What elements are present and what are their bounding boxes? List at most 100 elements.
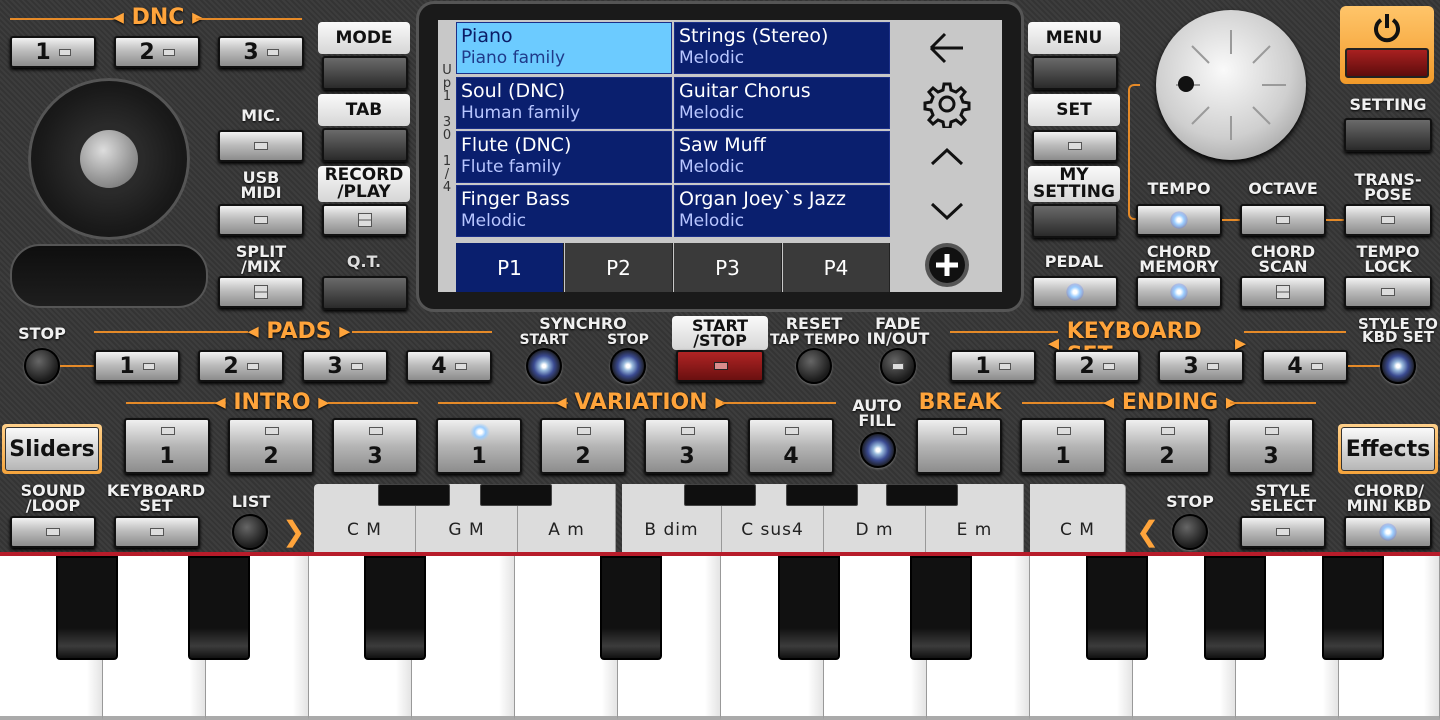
joystick-knob[interactable] bbox=[80, 130, 138, 188]
setting-button[interactable] bbox=[1344, 118, 1432, 152]
voice-cell-guitar[interactable]: Guitar Chorus Melodic bbox=[674, 77, 890, 129]
record-play-button[interactable] bbox=[322, 204, 408, 236]
chord-scroll-right-icon[interactable]: ❯ bbox=[282, 518, 305, 546]
pedal-button[interactable] bbox=[1032, 276, 1118, 308]
black-key-7[interactable] bbox=[1086, 556, 1148, 660]
qt-button[interactable] bbox=[322, 276, 408, 310]
tempo-octave-link bbox=[1222, 219, 1242, 221]
touch-strip[interactable] bbox=[10, 244, 208, 308]
chord-black-key-3[interactable] bbox=[684, 484, 756, 506]
page-tab-p2[interactable]: P2 bbox=[565, 243, 673, 292]
chord-mini-kbd-button[interactable] bbox=[1344, 516, 1432, 548]
pad-button-2[interactable]: 2 bbox=[198, 350, 284, 382]
usb-midi-button[interactable] bbox=[218, 204, 304, 236]
pads-stop-button[interactable] bbox=[24, 348, 60, 384]
variation-button-1[interactable]: 1 bbox=[436, 418, 522, 474]
black-key-3[interactable] bbox=[364, 556, 426, 660]
joystick-pad[interactable] bbox=[28, 78, 190, 240]
pad-button-1[interactable]: 1 bbox=[94, 350, 180, 382]
tab-button[interactable] bbox=[322, 128, 408, 162]
sliders-label: Sliders bbox=[5, 427, 99, 471]
style-select-button[interactable] bbox=[1240, 516, 1326, 548]
kbd-set-button-1[interactable]: 1 bbox=[950, 350, 1036, 382]
sliders-button[interactable]: Sliders bbox=[2, 424, 102, 474]
voice-cell-soul[interactable]: Soul (DNC) Human family bbox=[456, 77, 672, 129]
black-key-8[interactable] bbox=[1204, 556, 1266, 660]
ending-button-2[interactable]: 2 bbox=[1124, 418, 1210, 474]
variation-button-4[interactable]: 4 bbox=[748, 418, 834, 474]
chevron-down-icon[interactable] bbox=[898, 196, 996, 226]
plus-circle-icon[interactable] bbox=[898, 240, 996, 290]
menu-button[interactable] bbox=[1032, 56, 1118, 90]
kbd-set-button-2[interactable]: 2 bbox=[1054, 350, 1140, 382]
back-arrow-icon[interactable] bbox=[898, 28, 996, 68]
voice-cell-flute[interactable]: Flute (DNC) Flute family bbox=[456, 131, 672, 183]
dnc-button-2[interactable]: 2 bbox=[114, 36, 200, 68]
page-tab-p3[interactable]: P3 bbox=[674, 243, 782, 292]
transpose-button[interactable] bbox=[1344, 204, 1432, 236]
kbd-set-button-3[interactable]: 3 bbox=[1158, 350, 1244, 382]
voice-cell-organ[interactable]: Organ Joey`s Jazz Melodic bbox=[674, 185, 890, 237]
style-to-kbd-button[interactable] bbox=[1380, 348, 1416, 384]
synchro-stop-button[interactable] bbox=[610, 348, 646, 384]
list-button[interactable] bbox=[232, 514, 268, 550]
tempo-lock-button[interactable] bbox=[1344, 276, 1432, 308]
voice-cell-piano[interactable]: Piano Piano family bbox=[456, 22, 672, 74]
reset-tap-tempo-button[interactable] bbox=[796, 348, 832, 384]
chord-scroll-left-icon[interactable]: ❮ bbox=[1136, 518, 1159, 546]
kbd-set-button-4[interactable]: 4 bbox=[1262, 350, 1348, 382]
intro-button-3[interactable]: 3 bbox=[332, 418, 418, 474]
chord-black-key-5[interactable] bbox=[886, 484, 958, 506]
white-key-5[interactable] bbox=[412, 556, 515, 720]
start-stop-button[interactable] bbox=[676, 350, 764, 382]
voice-cell-strings[interactable]: Strings (Stereo) Melodic bbox=[674, 22, 890, 74]
mode-button[interactable] bbox=[322, 56, 408, 90]
data-dial[interactable] bbox=[1156, 10, 1306, 160]
black-key-4[interactable] bbox=[600, 556, 662, 660]
octave-label: OCTAVE bbox=[1248, 179, 1318, 198]
ending-button-1[interactable]: 1 bbox=[1020, 418, 1106, 474]
ending-button-3[interactable]: 3 bbox=[1228, 418, 1314, 474]
page-tab-p4[interactable]: P4 bbox=[783, 243, 890, 292]
fade-button[interactable] bbox=[880, 348, 916, 384]
variation-button-2[interactable]: 2 bbox=[540, 418, 626, 474]
octave-button[interactable] bbox=[1240, 204, 1326, 236]
effects-button[interactable]: Effects bbox=[1338, 424, 1438, 474]
chevron-up-icon[interactable] bbox=[898, 142, 996, 172]
black-key-9[interactable] bbox=[1322, 556, 1384, 660]
break-button[interactable] bbox=[916, 418, 1002, 474]
split-mix-button[interactable] bbox=[218, 276, 304, 308]
chord-stop-button[interactable] bbox=[1172, 514, 1208, 550]
pad-button-4[interactable]: 4 bbox=[406, 350, 492, 382]
sound-loop-button[interactable] bbox=[10, 516, 96, 548]
power-button[interactable] bbox=[1340, 6, 1434, 84]
black-key-6[interactable] bbox=[910, 556, 972, 660]
chord-memory-button[interactable] bbox=[1136, 276, 1222, 308]
auto-fill-button[interactable] bbox=[860, 432, 896, 468]
page-tab-p1[interactable]: P1 bbox=[456, 243, 564, 292]
dnc-button-1[interactable]: 1 bbox=[10, 36, 96, 68]
dnc-button-3[interactable]: 3 bbox=[218, 36, 304, 68]
set-button[interactable] bbox=[1032, 130, 1118, 162]
mic-button[interactable] bbox=[218, 130, 304, 162]
gear-icon[interactable] bbox=[898, 80, 996, 128]
black-key-5[interactable] bbox=[778, 556, 840, 660]
voice-cell-saw[interactable]: Saw Muff Melodic bbox=[674, 131, 890, 183]
black-key-2[interactable] bbox=[188, 556, 250, 660]
synchro-start-button[interactable] bbox=[526, 348, 562, 384]
voice-cell-bass[interactable]: Finger Bass Melodic bbox=[456, 185, 672, 237]
usb-midi-label: USB MIDI bbox=[240, 168, 282, 202]
chord-black-key-4[interactable] bbox=[786, 484, 858, 506]
black-key-1[interactable] bbox=[56, 556, 118, 660]
chord-black-key-1[interactable] bbox=[378, 484, 450, 506]
my-setting-button[interactable] bbox=[1032, 204, 1118, 238]
chord-scan-button[interactable] bbox=[1240, 276, 1326, 308]
intro-button-1[interactable]: 1 bbox=[124, 418, 210, 474]
keyboard-set-button[interactable] bbox=[114, 516, 200, 548]
tempo-button[interactable] bbox=[1136, 204, 1222, 236]
variation-button-3[interactable]: 3 bbox=[644, 418, 730, 474]
chord-pad-8[interactable]: C M bbox=[1030, 484, 1126, 552]
pad-button-3[interactable]: 3 bbox=[302, 350, 388, 382]
chord-black-key-2[interactable] bbox=[480, 484, 552, 506]
intro-button-2[interactable]: 2 bbox=[228, 418, 314, 474]
